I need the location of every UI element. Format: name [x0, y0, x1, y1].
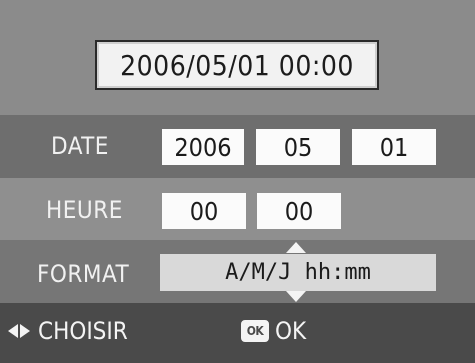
right-arrow-icon [20, 324, 30, 338]
ok-label: OK [275, 317, 307, 345]
time-label: HEURE [46, 196, 123, 224]
left-arrow-icon [8, 324, 18, 338]
ok-hint[interactable]: OK OK [241, 317, 306, 345]
date-time-setting-screen: 2006/05/01 00:00 DATE 2006 05 01 HEURE 0… [0, 0, 475, 363]
datetime-preview: 2006/05/01 00:00 [95, 40, 379, 90]
day-field[interactable]: 01 [352, 129, 436, 165]
ok-button-icon: OK [241, 320, 269, 342]
format-label: FORMAT [37, 260, 130, 288]
format-selector[interactable]: A/M/J hh:mm [160, 254, 436, 291]
month-field[interactable]: 05 [256, 129, 340, 165]
minute-field[interactable]: 00 [257, 193, 341, 229]
year-field[interactable]: 2006 [162, 129, 244, 165]
date-label: DATE [51, 132, 109, 160]
hour-field[interactable]: 00 [162, 193, 246, 229]
up-arrow-icon[interactable] [286, 242, 306, 253]
choose-label: CHOISIR [38, 317, 128, 345]
down-arrow-icon[interactable] [286, 291, 306, 302]
choose-hint: CHOISIR [8, 317, 128, 345]
left-right-arrows-icon [8, 324, 30, 338]
